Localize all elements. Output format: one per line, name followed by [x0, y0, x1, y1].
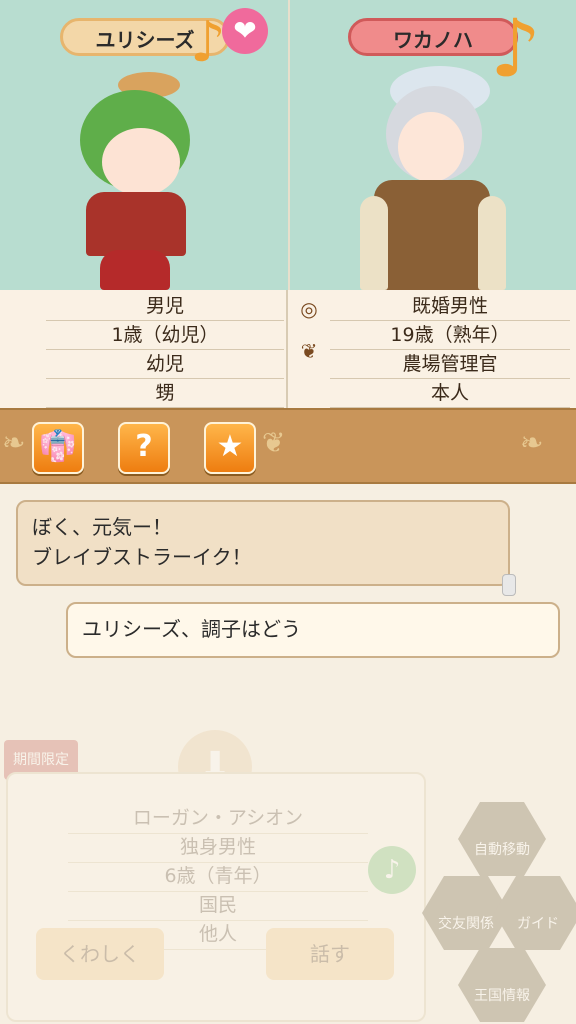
scroll-ornament-right: ❧: [520, 426, 544, 459]
background-info-card: ローガン・アシオン 独身男性 6歳（青年） 国民 他人: [6, 772, 426, 1022]
portrait-row: ユリシーズ ♪ ❤ ワカノハ ♪: [0, 0, 576, 290]
right-info-column: ◎ ❦ 既婚男性 19歳（熟年） 農場管理官 本人: [288, 290, 576, 408]
character-pants: [100, 250, 170, 290]
wheat-icon: ❦: [300, 339, 318, 363]
npc-line-2: ブレイブストラーイク！: [32, 545, 252, 569]
right-info-age: 19歳（熟年）: [330, 321, 570, 350]
music-note-icon: ♪: [490, 2, 542, 95]
right-info-relation: 本人: [330, 379, 570, 408]
background-scene: 期間限定 ⬇ ローガン・アシオン 独身男性 6歳（青年） 国民 他人 くわしく …: [0, 680, 576, 1024]
portrait-right[interactable]: ワカノハ ♪: [288, 0, 576, 290]
question-icon: ?: [135, 429, 153, 464]
npc-line-1: ぼく、元気ー！: [32, 515, 172, 539]
scroll-ornament-middle: ❦: [262, 426, 286, 459]
outfit-button[interactable]: 👘: [32, 422, 84, 474]
left-info-status: 男児: [46, 292, 284, 321]
talk-button: 話す: [266, 928, 394, 980]
details-button: くわしく: [36, 928, 164, 980]
heart-icon[interactable]: ❤: [222, 8, 268, 54]
left-info-age: 1歳（幼児）: [46, 321, 284, 350]
character-vest: [86, 192, 186, 256]
ring-icon: ◎: [300, 297, 318, 321]
shirt-icon: 👘: [39, 429, 77, 464]
character-sleeve: [478, 196, 506, 290]
left-info-column: 男児 1歳（幼児） 幼児 甥: [0, 290, 288, 408]
character-sleeve: [360, 196, 388, 290]
character-coat: [374, 180, 490, 290]
left-info-job: 幼児: [46, 350, 284, 379]
portrait-left[interactable]: ユリシーズ ♪ ❤: [0, 0, 288, 290]
bg-info-status: 独身男性: [68, 833, 368, 863]
music-note-icon: ♪: [190, 10, 226, 75]
bg-info-age: 6歳（青年）: [68, 862, 368, 892]
bg-info-job: 国民: [68, 891, 368, 921]
character-info-panel: 男児 1歳（幼児） 幼児 甥 ◎ ❦ 既婚男性 19歳（熟年） 農場管理官 本人: [0, 290, 576, 408]
left-info-relation: 甥: [46, 379, 284, 408]
menu-kingdom-info: 王国情報: [458, 948, 546, 1022]
player-line: ユリシーズ、調子はどう: [82, 617, 301, 641]
character-face: [398, 112, 464, 182]
bg-info-name: ローガン・アシオン: [68, 804, 368, 834]
music-note-icon: ♪: [368, 846, 416, 894]
star-icon: ★: [216, 429, 244, 464]
scroll-ornament-left: ❧: [2, 426, 26, 459]
right-info-job: 農場管理官: [330, 350, 570, 379]
right-info-status: 既婚男性: [330, 292, 570, 321]
continue-indicator-icon: [502, 574, 516, 596]
character-face: [102, 128, 180, 196]
menu-guide: ガイド: [494, 876, 576, 950]
player-speech-bubble[interactable]: ユリシーズ、調子はどう: [66, 602, 560, 658]
action-bar: ❧ ❦ ❧ 👘 ? ★: [0, 408, 576, 484]
help-button[interactable]: ?: [118, 422, 170, 474]
menu-auto-move: 自動移動: [458, 802, 546, 876]
favorite-button[interactable]: ★: [204, 422, 256, 474]
npc-speech-bubble[interactable]: ぼく、元気ー！ ブレイブストラーイク！: [16, 500, 516, 596]
